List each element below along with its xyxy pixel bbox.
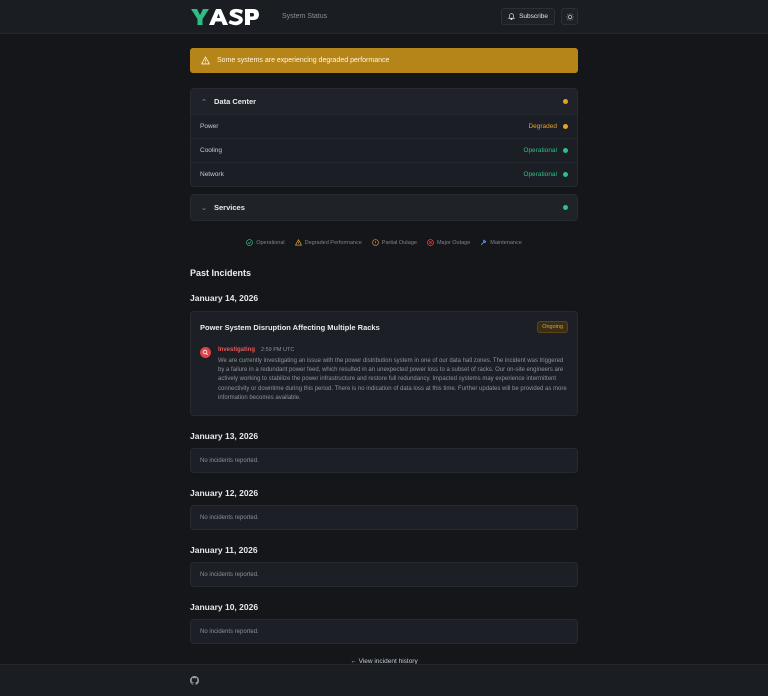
legend-label: Degraded Performance (304, 239, 362, 246)
no-incidents-text: No incidents reported. (200, 628, 259, 635)
incident-date: January 10, 2026 (190, 602, 259, 613)
legend-partial-outage: Partial Outage (372, 239, 417, 246)
component-status: Operational (523, 147, 557, 154)
subscribe-button[interactable]: Subscribe (501, 8, 555, 25)
incident-date: January 11, 2026 (190, 545, 258, 556)
legend-label: Maintenance (490, 239, 522, 246)
banner-text: Some systems are experiencing degraded p… (217, 57, 390, 64)
check-circle-icon (246, 239, 253, 246)
subscribe-label: Subscribe (519, 13, 548, 20)
github-icon[interactable] (190, 676, 199, 685)
no-incidents-box: No incidents reported. (190, 448, 578, 474)
group-data-center: ⌃ Data Center Power Degraded Cooling Ope… (190, 88, 578, 187)
legend-label: Major Outage (436, 239, 471, 246)
status-legend: Operational Degraded Performance Partial… (190, 239, 578, 246)
component-row-power: Power Degraded (191, 114, 577, 138)
update-text: We are currently investigating an issue … (218, 358, 567, 401)
group-status-dot (563, 205, 568, 210)
group-services: ⌄ Services (190, 194, 578, 221)
group-data-center-header[interactable]: ⌃ Data Center (191, 89, 577, 114)
component-name: Cooling (200, 147, 223, 154)
update-status: Investigating (218, 347, 256, 353)
warning-triangle-icon (201, 56, 210, 65)
no-incidents-text: No incidents reported. (200, 514, 259, 521)
component-name: Power (200, 123, 219, 130)
incident-update: Investigating 2:59 PM UTC We are current… (200, 347, 568, 403)
no-incidents-text: No incidents reported. (200, 571, 259, 578)
warning-triangle-icon (294, 239, 302, 246)
no-incidents-box: No incidents reported. (190, 562, 578, 588)
yasp-logo-icon (191, 8, 259, 25)
update-header: Investigating 2:59 PM UTC (218, 347, 568, 353)
legend-major-outage: Major Outage (427, 239, 470, 246)
component-name: Network (200, 171, 224, 178)
site-header: System Status Subscribe (0, 0, 768, 34)
chevron-down-icon: ⌄ (201, 204, 207, 212)
group-name: Data Center (214, 97, 257, 106)
legend-operational: Operational (246, 239, 285, 246)
wrench-icon (481, 239, 487, 246)
component-status-dot (563, 172, 568, 177)
search-icon (200, 347, 211, 358)
header-subtitle: System Status (282, 13, 328, 20)
legend-degraded: Degraded Performance (294, 239, 362, 246)
x-circle-icon (427, 239, 434, 246)
incident-date: January 13, 2026 (190, 431, 259, 442)
update-time: 2:59 PM UTC (261, 347, 295, 353)
component-status-dot (563, 148, 568, 153)
group-status-dot (563, 99, 568, 104)
no-incidents-box: No incidents reported. (190, 505, 578, 531)
legend-label: Operational (256, 239, 285, 246)
component-row-network: Network Operational (191, 162, 577, 186)
theme-toggle-button[interactable] (561, 8, 578, 25)
header-actions: Subscribe (501, 8, 578, 25)
past-incidents-title: Past Incidents (190, 268, 252, 278)
incident-card[interactable]: Power System Disruption Affecting Multip… (190, 311, 578, 417)
component-status: Degraded (528, 123, 557, 130)
no-incidents-box: No incidents reported. (190, 619, 578, 645)
sun-icon (565, 12, 574, 21)
incident-status-badge: Ongoing (537, 321, 568, 333)
chevron-up-icon: ⌃ (201, 98, 207, 106)
incident-date: January 14, 2026 (190, 293, 259, 303)
site-footer (0, 664, 768, 696)
incident-title[interactable]: Power System Disruption Affecting Multip… (200, 323, 537, 332)
exclamation-circle-icon (372, 239, 379, 246)
no-incidents-text: No incidents reported. (200, 457, 259, 464)
group-services-header[interactable]: ⌄ Services (191, 195, 577, 220)
component-status-dot (563, 124, 568, 129)
component-status: Operational (523, 171, 557, 178)
update-body: Investigating 2:59 PM UTC We are current… (218, 347, 568, 403)
component-row-cooling: Cooling Operational (191, 138, 577, 162)
incident-header: Power System Disruption Affecting Multip… (200, 321, 568, 333)
brand-logo[interactable] (190, 7, 270, 27)
legend-maintenance: Maintenance (480, 239, 522, 246)
status-banner: Some systems are experiencing degraded p… (190, 48, 578, 73)
status-main: Some systems are experiencing degraded p… (190, 34, 578, 665)
legend-label: Partial Outage (381, 239, 417, 246)
group-name: Services (214, 203, 245, 212)
bell-icon (508, 13, 516, 20)
incident-date: January 12, 2026 (190, 488, 259, 499)
